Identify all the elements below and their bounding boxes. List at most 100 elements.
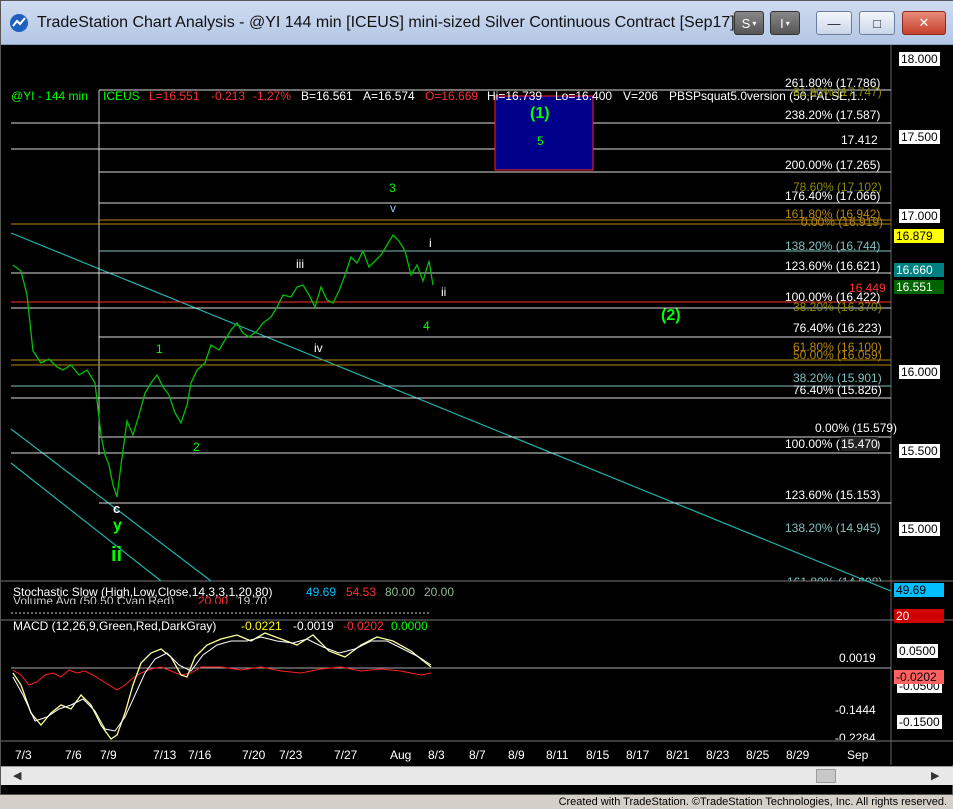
time-tick: 7/27 bbox=[334, 748, 358, 762]
footer-copyright: Created with TradeStation. ©TradeStation… bbox=[558, 796, 947, 808]
price-tick: 16.000 bbox=[899, 365, 940, 379]
volume-value: 20.00 bbox=[198, 594, 229, 604]
volume-avg-label: Volume Avg (50,50,Cyan,Red) bbox=[13, 594, 175, 604]
time-tick: 7/6 bbox=[65, 748, 82, 762]
wave-label: ii bbox=[441, 285, 447, 299]
time-tick: 7/23 bbox=[279, 748, 303, 762]
macd-level: -0.2284 bbox=[835, 731, 876, 740]
wave-label: v bbox=[390, 201, 396, 215]
time-tick: Aug bbox=[390, 748, 412, 762]
stochastic-value: 20.00 bbox=[424, 585, 455, 599]
price-tick: 18.000 bbox=[899, 52, 940, 66]
fib-label: 76.40% (16.223) bbox=[793, 321, 882, 335]
volume-value: 19.70 bbox=[237, 594, 268, 604]
status-last: L=16.551 bbox=[149, 89, 200, 103]
time-tick: 7/20 bbox=[242, 748, 266, 762]
fib-label: 123.60% (16.621) bbox=[785, 259, 881, 273]
fib-label: 138.20% (16.744) bbox=[785, 239, 881, 253]
time-tick: 7/13 bbox=[153, 748, 177, 762]
wave-label: (2) bbox=[661, 307, 681, 324]
price-tick: 15.500 bbox=[899, 444, 940, 458]
fib-label: 176.40% (17.066) bbox=[785, 189, 881, 203]
macd-level: -0.1444 bbox=[835, 703, 876, 717]
wave-label: 2 bbox=[193, 440, 200, 454]
wave-label: 5 bbox=[537, 134, 544, 148]
price-badge-last: 16.551 bbox=[894, 280, 944, 294]
wave-label: iv bbox=[314, 341, 323, 355]
stochastic-value: 80.00 bbox=[385, 585, 416, 599]
status-volume: V=206 bbox=[623, 89, 659, 103]
fib-label: 0.00% (16.919) bbox=[801, 215, 884, 229]
price-tick: 15.000 bbox=[899, 522, 940, 536]
time-tick: 7/3 bbox=[15, 748, 32, 762]
time-tick: 8/25 bbox=[746, 748, 770, 762]
macd-value: -0.0202 bbox=[343, 619, 384, 633]
fib-label: 238.20% (17.587) bbox=[785, 108, 881, 122]
time-tick: 8/11 bbox=[546, 748, 569, 762]
time-tick: 7/16 bbox=[188, 748, 212, 762]
time-tick: 7/9 bbox=[100, 748, 117, 762]
time-tick: 8/23 bbox=[706, 748, 730, 762]
wave-label: 3 bbox=[389, 181, 396, 195]
fib-label: 61.80% (17.747) bbox=[793, 85, 882, 99]
maximize-button[interactable]: □ bbox=[859, 11, 895, 35]
time-tick: 8/21 bbox=[666, 748, 690, 762]
fib-label: 0.00% (15.579) bbox=[815, 421, 898, 435]
time-tick: 8/3 bbox=[428, 748, 445, 762]
price-tick: 17.000 bbox=[899, 209, 940, 223]
fib-label: 50.00% (16.059) bbox=[793, 348, 882, 362]
time-tick: Sep bbox=[847, 748, 869, 762]
i-menu-button[interactable]: I ▾ bbox=[770, 11, 800, 35]
stochastic-value: 54.53 bbox=[346, 585, 377, 599]
time-tick: 8/17 bbox=[626, 748, 650, 762]
time-tick: 8/15 bbox=[586, 748, 610, 762]
wave-label: 4 bbox=[423, 319, 430, 333]
s-menu-button[interactable]: S ▾ bbox=[734, 11, 764, 35]
status-change: -0.213 bbox=[211, 89, 246, 103]
wave-label: ii bbox=[111, 544, 123, 566]
status-change-pct: -1.27% bbox=[253, 89, 292, 103]
macd-label: MACD (12,26,9,Green,Red,DarkGray) bbox=[13, 619, 217, 633]
time-tick: 8/9 bbox=[508, 748, 525, 762]
macd-level: 0.0019 bbox=[839, 651, 876, 665]
status-open: O=16.669 bbox=[425, 89, 479, 103]
status-bid: B=16.561 bbox=[301, 89, 353, 103]
status-high: Hi=16.739 bbox=[487, 89, 543, 103]
status-exchange: ICEUS bbox=[103, 89, 140, 103]
macd-value: -0.0019 bbox=[293, 619, 334, 633]
scroll-left-icon[interactable]: ◀ bbox=[13, 769, 21, 782]
status-symbol: @YI - 144 min bbox=[11, 89, 88, 103]
time-tick: 8/29 bbox=[786, 748, 810, 762]
wave-label: y bbox=[113, 517, 122, 534]
fib-label: 17.412 bbox=[841, 133, 878, 147]
macd-value: 0.0000 bbox=[391, 619, 428, 633]
fib-label: 200.00% (17.265) bbox=[785, 158, 881, 172]
fib-label: 38.20% (16.370) bbox=[793, 300, 882, 314]
wave-label: iii bbox=[296, 257, 304, 271]
chart-canvas[interactable] bbox=[1, 45, 953, 765]
horizontal-scrollbar[interactable]: ◀ ▶ bbox=[1, 766, 953, 785]
fib-label: 76.40% (15.826) bbox=[793, 383, 882, 397]
macd-tick: -0.1500 bbox=[897, 715, 942, 729]
chart-window: TradeStation Chart Analysis - @YI 144 mi… bbox=[0, 0, 953, 795]
title-bar[interactable]: TradeStation Chart Analysis - @YI 144 mi… bbox=[1, 1, 953, 45]
wave-label: (1) bbox=[530, 105, 550, 122]
macd-value: -0.0221 bbox=[241, 619, 282, 633]
tradestation-logo-icon bbox=[10, 14, 28, 32]
macd-badge: -0.0202 bbox=[894, 670, 944, 684]
stochastic-value: 49.69 bbox=[306, 585, 337, 599]
fib-label: 15.470 bbox=[841, 437, 878, 451]
price-tick: 17.500 bbox=[899, 130, 940, 144]
stochastic-badge-red: 20 bbox=[894, 609, 944, 623]
stochastic-badge: 49.69 bbox=[894, 583, 944, 597]
close-button[interactable]: ✕ bbox=[902, 11, 946, 35]
fib-label: 123.60% (15.153) bbox=[785, 488, 881, 502]
price-chart[interactable]: @YI - 144 min ICEUS L=16.551 -0.213 -1.2… bbox=[1, 45, 953, 765]
wave-label: i bbox=[429, 236, 432, 250]
fib-label: 138.20% (14.945) bbox=[785, 521, 881, 535]
scroll-thumb[interactable] bbox=[816, 769, 836, 783]
wave-label: 1 bbox=[156, 342, 163, 356]
minimize-button[interactable]: — bbox=[816, 11, 852, 35]
scroll-right-icon[interactable]: ▶ bbox=[931, 769, 939, 782]
time-tick: 8/7 bbox=[469, 748, 486, 762]
